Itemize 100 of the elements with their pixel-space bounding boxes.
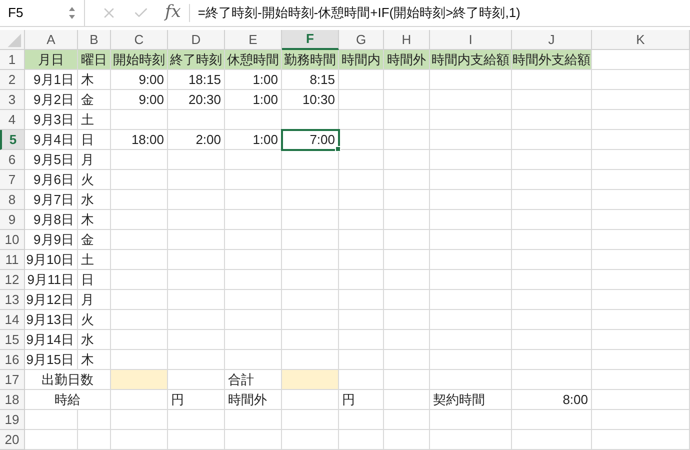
row-header[interactable]: 3 bbox=[0, 90, 25, 110]
empty-cell bbox=[282, 230, 339, 250]
header-cell: 休憩時間 bbox=[225, 50, 282, 70]
empty-cell bbox=[225, 430, 282, 450]
empty-cell bbox=[339, 70, 384, 90]
empty-cell bbox=[111, 310, 168, 330]
table-cell: 9月9日 bbox=[25, 230, 78, 250]
row-header[interactable]: 11 bbox=[0, 250, 25, 270]
up-down-arrows-icon[interactable] bbox=[68, 6, 76, 20]
empty-cell bbox=[225, 210, 282, 230]
row-header[interactable]: 12 bbox=[0, 270, 25, 290]
empty-cell bbox=[225, 170, 282, 190]
empty-cell bbox=[339, 430, 384, 450]
empty-cell bbox=[111, 410, 168, 430]
header-cell: 時間内 bbox=[339, 50, 384, 70]
row-header[interactable]: 2 bbox=[0, 70, 25, 90]
empty-cell bbox=[111, 290, 168, 310]
row-header[interactable]: 6 bbox=[0, 150, 25, 170]
header-cell: 勤務時間 bbox=[282, 50, 339, 70]
row-header[interactable]: 8 bbox=[0, 190, 25, 210]
table-cell: 月 bbox=[78, 290, 111, 310]
table-cell: 9月3日 bbox=[25, 110, 78, 130]
empty-cell bbox=[282, 270, 339, 290]
name-box[interactable]: F5 bbox=[0, 0, 85, 26]
empty-cell bbox=[225, 230, 282, 250]
empty-cell bbox=[282, 150, 339, 170]
table-cell: 1:00 bbox=[225, 70, 282, 90]
row-header[interactable]: 1 bbox=[0, 50, 25, 70]
empty-cell bbox=[168, 330, 225, 350]
row-header[interactable]: 15 bbox=[0, 330, 25, 350]
table-cell: 円 bbox=[339, 390, 384, 410]
column-header[interactable]: F bbox=[282, 30, 339, 50]
row-header[interactable]: 4 bbox=[0, 110, 25, 130]
empty-cell bbox=[111, 430, 168, 450]
row-header[interactable]: 19 bbox=[0, 410, 25, 430]
empty-cell bbox=[168, 190, 225, 210]
empty-cell bbox=[111, 330, 168, 350]
empty-cell bbox=[282, 190, 339, 210]
table-cell: 木 bbox=[78, 350, 111, 370]
empty-cell bbox=[384, 70, 430, 90]
table-cell: 9月6日 bbox=[25, 170, 78, 190]
empty-cell bbox=[225, 270, 282, 290]
table-cell: 18:00 bbox=[111, 130, 168, 150]
table-cell: 9月4日 bbox=[25, 130, 78, 150]
table-cell: 9月12日 bbox=[25, 290, 78, 310]
empty-cell bbox=[282, 210, 339, 230]
table-cell: 1:00 bbox=[225, 130, 282, 150]
empty-cell bbox=[339, 210, 384, 230]
function-label[interactable]: fx bbox=[165, 0, 181, 26]
row-header[interactable]: 18 bbox=[0, 390, 25, 410]
empty-cell bbox=[225, 350, 282, 370]
empty-cell bbox=[384, 370, 430, 390]
empty-cell bbox=[225, 310, 282, 330]
table-cell: 木 bbox=[78, 70, 111, 90]
header-cell: 終了時刻 bbox=[168, 50, 225, 70]
empty-cell bbox=[225, 150, 282, 170]
header-cell: 曜日 bbox=[78, 50, 111, 70]
empty-cell bbox=[78, 410, 111, 430]
table-cell: 9月5日 bbox=[25, 150, 78, 170]
empty-cell bbox=[339, 350, 384, 370]
empty-cell bbox=[339, 190, 384, 210]
table-cell: 月 bbox=[78, 150, 111, 170]
empty-cell bbox=[111, 110, 168, 130]
formula-text[interactable]: =終了時刻-開始時刻-休憩時間+IF(開始時刻>終了時刻,1) bbox=[198, 3, 520, 23]
table-cell: 9月10日 bbox=[25, 250, 78, 270]
table-cell: 契約時間 bbox=[430, 390, 512, 410]
empty-cell bbox=[384, 210, 430, 230]
row-header[interactable]: 13 bbox=[0, 290, 25, 310]
empty-cell bbox=[111, 230, 168, 250]
row-header[interactable]: 17 bbox=[0, 370, 25, 390]
empty-cell bbox=[225, 330, 282, 350]
row-header[interactable]: 14 bbox=[0, 310, 25, 330]
table-cell: 1:00 bbox=[225, 90, 282, 110]
row-header[interactable]: 20 bbox=[0, 430, 25, 450]
table-cell: 7:00 bbox=[282, 130, 339, 150]
table-cell: 水 bbox=[78, 330, 111, 350]
table-cell: 9月8日 bbox=[25, 210, 78, 230]
row-header[interactable]: 9 bbox=[0, 210, 25, 230]
row-header[interactable]: 10 bbox=[0, 230, 25, 250]
row-header[interactable]: 16 bbox=[0, 350, 25, 370]
table-cell: 土 bbox=[78, 250, 111, 270]
row-header[interactable]: 7 bbox=[0, 170, 25, 190]
fill-handle-icon[interactable] bbox=[335, 146, 341, 152]
row-header[interactable]: 5 bbox=[0, 130, 25, 150]
empty-cell bbox=[225, 110, 282, 130]
empty-cell bbox=[282, 310, 339, 330]
column-header[interactable]: K bbox=[592, 30, 690, 50]
empty-cell bbox=[339, 270, 384, 290]
empty-cell bbox=[168, 270, 225, 290]
empty-cell bbox=[111, 170, 168, 190]
empty-cell bbox=[339, 290, 384, 310]
header-cell: 月日 bbox=[25, 50, 78, 70]
empty-cell bbox=[339, 330, 384, 350]
empty-cell bbox=[384, 130, 430, 150]
header-cell: 開始時刻 bbox=[111, 50, 168, 70]
empty-cell bbox=[225, 190, 282, 210]
empty-cell bbox=[282, 390, 339, 410]
empty-cell bbox=[111, 190, 168, 210]
empty-cell bbox=[339, 170, 384, 190]
table-cell: 木 bbox=[78, 210, 111, 230]
